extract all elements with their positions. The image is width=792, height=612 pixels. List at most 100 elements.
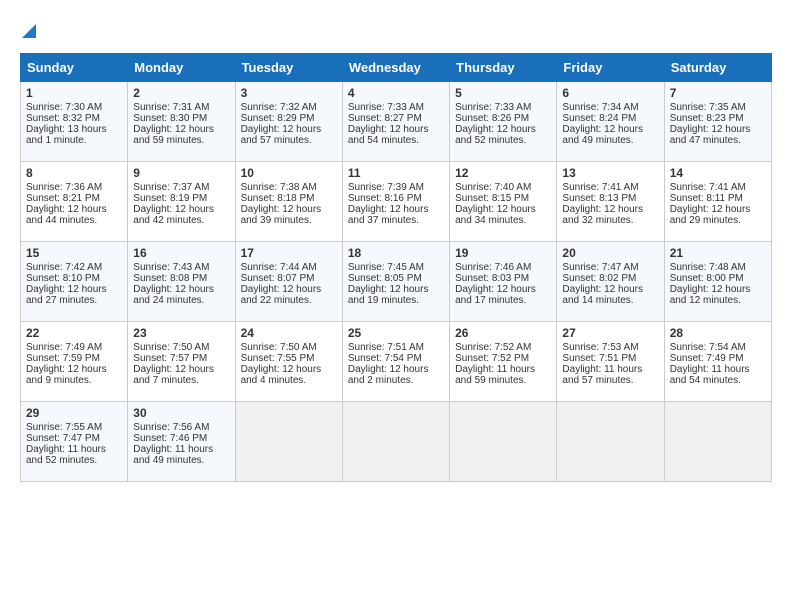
weekday-header-saturday: Saturday	[664, 54, 771, 82]
day-number: 4	[348, 86, 444, 100]
cell-line: Daylight: 12 hours	[26, 284, 122, 295]
calendar-cell	[342, 402, 449, 482]
weekday-header-thursday: Thursday	[450, 54, 557, 82]
calendar-cell: 4Sunrise: 7:33 AMSunset: 8:27 PMDaylight…	[342, 82, 449, 162]
weekday-header-tuesday: Tuesday	[235, 54, 342, 82]
calendar-header-row: SundayMondayTuesdayWednesdayThursdayFrid…	[21, 54, 772, 82]
calendar-week-row: 29Sunrise: 7:55 AMSunset: 7:47 PMDayligh…	[21, 402, 772, 482]
cell-line: Sunset: 8:26 PM	[455, 113, 551, 124]
cell-line: Sunset: 7:57 PM	[133, 353, 229, 364]
header	[20, 20, 772, 43]
cell-line: Sunset: 8:00 PM	[670, 273, 766, 284]
cell-line: and 22 minutes.	[241, 295, 337, 306]
cell-line: Sunrise: 7:30 AM	[26, 102, 122, 113]
calendar-cell: 9Sunrise: 7:37 AMSunset: 8:19 PMDaylight…	[128, 162, 235, 242]
calendar-cell: 10Sunrise: 7:38 AMSunset: 8:18 PMDayligh…	[235, 162, 342, 242]
cell-line: and 52 minutes.	[26, 455, 122, 466]
day-number: 18	[348, 246, 444, 260]
cell-line: Sunrise: 7:48 AM	[670, 262, 766, 273]
cell-line: and 12 minutes.	[670, 295, 766, 306]
cell-line: Daylight: 11 hours	[133, 444, 229, 455]
cell-line: Daylight: 12 hours	[348, 124, 444, 135]
calendar-cell: 3Sunrise: 7:32 AMSunset: 8:29 PMDaylight…	[235, 82, 342, 162]
cell-line: Sunset: 7:51 PM	[562, 353, 658, 364]
calendar-cell: 14Sunrise: 7:41 AMSunset: 8:11 PMDayligh…	[664, 162, 771, 242]
calendar-cell	[664, 402, 771, 482]
calendar-cell: 5Sunrise: 7:33 AMSunset: 8:26 PMDaylight…	[450, 82, 557, 162]
day-number: 24	[241, 326, 337, 340]
day-number: 26	[455, 326, 551, 340]
calendar-cell: 18Sunrise: 7:45 AMSunset: 8:05 PMDayligh…	[342, 242, 449, 322]
cell-line: Sunrise: 7:38 AM	[241, 182, 337, 193]
weekday-header-monday: Monday	[128, 54, 235, 82]
cell-line: and 34 minutes.	[455, 215, 551, 226]
cell-line: and 19 minutes.	[348, 295, 444, 306]
cell-line: and 27 minutes.	[26, 295, 122, 306]
day-number: 20	[562, 246, 658, 260]
cell-line: Sunset: 8:24 PM	[562, 113, 658, 124]
cell-line: Sunset: 7:49 PM	[670, 353, 766, 364]
cell-line: Sunrise: 7:56 AM	[133, 422, 229, 433]
cell-line: Sunset: 8:30 PM	[133, 113, 229, 124]
cell-line: and 24 minutes.	[133, 295, 229, 306]
cell-line: Sunrise: 7:52 AM	[455, 342, 551, 353]
cell-line: Daylight: 12 hours	[670, 284, 766, 295]
cell-line: Sunrise: 7:46 AM	[455, 262, 551, 273]
cell-line: and 9 minutes.	[26, 375, 122, 386]
day-number: 1	[26, 86, 122, 100]
cell-line: Sunset: 7:54 PM	[348, 353, 444, 364]
cell-line: and 57 minutes.	[241, 135, 337, 146]
cell-line: and 32 minutes.	[562, 215, 658, 226]
day-number: 9	[133, 166, 229, 180]
cell-line: Sunrise: 7:36 AM	[26, 182, 122, 193]
cell-line: Sunset: 8:13 PM	[562, 193, 658, 204]
cell-line: and 59 minutes.	[133, 135, 229, 146]
day-number: 28	[670, 326, 766, 340]
day-number: 21	[670, 246, 766, 260]
cell-line: Sunrise: 7:49 AM	[26, 342, 122, 353]
cell-line: Daylight: 12 hours	[133, 124, 229, 135]
cell-line: Sunset: 8:27 PM	[348, 113, 444, 124]
cell-line: and 49 minutes.	[133, 455, 229, 466]
cell-line: Daylight: 12 hours	[562, 124, 658, 135]
calendar-cell: 21 Sunrise: 7:48 AMSunset: 8:00 PMDayligh…	[664, 242, 771, 322]
cell-line: and 2 minutes.	[348, 375, 444, 386]
calendar-week-row: 15Sunrise: 7:42 AMSunset: 8:10 PMDayligh…	[21, 242, 772, 322]
cell-line: Sunset: 7:46 PM	[133, 433, 229, 444]
cell-line: Sunrise: 7:45 AM	[348, 262, 444, 273]
day-number: 19	[455, 246, 551, 260]
cell-line: Sunset: 8:02 PM	[562, 273, 658, 284]
day-number: 6	[562, 86, 658, 100]
calendar-cell: 27Sunrise: 7:53 AMSunset: 7:51 PMDayligh…	[557, 322, 664, 402]
cell-line: Sunset: 8:16 PM	[348, 193, 444, 204]
cell-line: Daylight: 12 hours	[133, 204, 229, 215]
day-number: 8	[26, 166, 122, 180]
calendar-week-row: 22Sunrise: 7:49 AMSunset: 7:59 PMDayligh…	[21, 322, 772, 402]
day-number: 2	[133, 86, 229, 100]
calendar-cell: 2Sunrise: 7:31 AMSunset: 8:30 PMDaylight…	[128, 82, 235, 162]
cell-line: Sunset: 8:03 PM	[455, 273, 551, 284]
cell-line: Daylight: 12 hours	[455, 124, 551, 135]
day-number: 30	[133, 406, 229, 420]
day-number: 17	[241, 246, 337, 260]
cell-line: Sunrise: 7:50 AM	[241, 342, 337, 353]
cell-line: and 57 minutes.	[562, 375, 658, 386]
cell-line: and 39 minutes.	[241, 215, 337, 226]
calendar-cell: 6Sunrise: 7:34 AMSunset: 8:24 PMDaylight…	[557, 82, 664, 162]
cell-line: Daylight: 12 hours	[241, 364, 337, 375]
day-number: 12	[455, 166, 551, 180]
day-number: 14	[670, 166, 766, 180]
cell-line: and 1 minute.	[26, 135, 122, 146]
cell-line: and 54 minutes.	[348, 135, 444, 146]
cell-line: Daylight: 12 hours	[348, 364, 444, 375]
cell-line: Sunrise: 7:42 AM	[26, 262, 122, 273]
cell-line: Sunset: 8:07 PM	[241, 273, 337, 284]
cell-line: and 52 minutes.	[455, 135, 551, 146]
day-number: 5	[455, 86, 551, 100]
cell-line: Sunset: 8:29 PM	[241, 113, 337, 124]
day-number: 11	[348, 166, 444, 180]
calendar-cell: 1Sunrise: 7:30 AMSunset: 8:32 PMDaylight…	[21, 82, 128, 162]
cell-line: Daylight: 11 hours	[455, 364, 551, 375]
cell-line: Sunrise: 7:47 AM	[562, 262, 658, 273]
cell-line: Sunrise: 7:43 AM	[133, 262, 229, 273]
